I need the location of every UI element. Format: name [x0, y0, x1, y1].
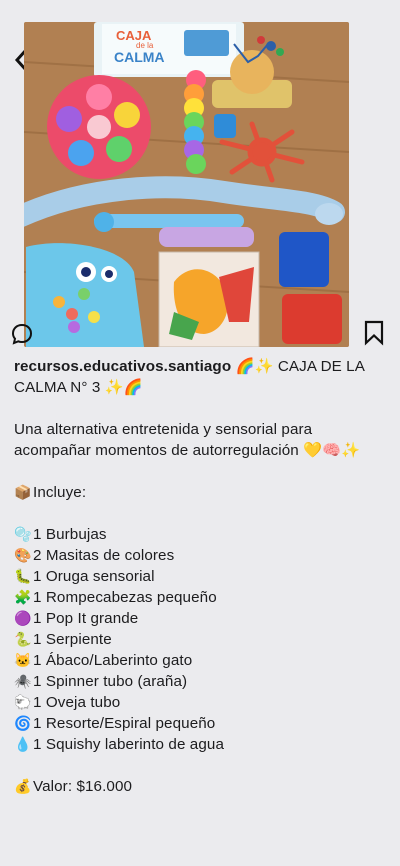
item-emoji-icon: 🎨: [14, 547, 32, 563]
list-item: 🟣1 Pop It grande: [14, 608, 382, 629]
package-icon: 📦: [14, 484, 32, 500]
list-item: 💧1 Squishy laberinto de agua: [14, 734, 382, 755]
list-item: 🐑1 Oveja tubo: [14, 692, 382, 713]
photo-illustration: CAJA de la CALMA: [24, 22, 349, 347]
item-text: 1 Squishy laberinto de agua: [33, 736, 224, 753]
item-text: 1 Pop It grande: [33, 610, 139, 627]
list-item: 🕷️1 Spinner tubo (araña): [14, 671, 382, 692]
post-action-row: [0, 318, 400, 348]
money-bag-icon: 💰: [14, 778, 32, 794]
item-emoji-icon: 🌀: [14, 715, 32, 731]
bookmark-icon[interactable]: [362, 320, 386, 346]
item-text: 1 Oruga sensorial: [33, 568, 155, 585]
caption-title-start: 🌈✨ CAJA DE LA: [231, 358, 365, 375]
list-item: 🧩1 Rompecabezas pequeño: [14, 587, 382, 608]
item-emoji-icon: 🕷️: [14, 673, 32, 689]
list-item: 🌀1 Resorte/Espiral pequeño: [14, 713, 382, 734]
comment-icon[interactable]: [10, 322, 34, 346]
caption-title-line: recursos.educativos.santiago 🌈✨ CAJA DE …: [14, 356, 382, 377]
item-emoji-icon: 🟣: [14, 610, 32, 626]
list-item: 🫧1 Burbujas: [14, 524, 382, 545]
price-text: Valor: $16.000: [33, 778, 133, 795]
item-emoji-icon: 🐑: [14, 694, 32, 710]
list-item: 🐛1 Oruga sensorial: [14, 566, 382, 587]
includes-heading: 📦Incluye:: [14, 482, 382, 503]
caption-description-1: Una alternativa entretenida y sensorial …: [14, 421, 313, 438]
item-emoji-icon: 🐍: [14, 631, 32, 647]
item-text: 1 Rompecabezas pequeño: [33, 589, 217, 606]
price-line: 💰Valor: $16.000: [14, 776, 382, 797]
list-item: 🐱1 Ábaco/Laberinto gato: [14, 650, 382, 671]
item-text: 1 Spinner tubo (araña): [33, 673, 188, 690]
username[interactable]: recursos.educativos.santiago: [14, 358, 231, 375]
list-item: 🐍1 Serpiente: [14, 629, 382, 650]
item-text: 1 Resorte/Espiral pequeño: [33, 715, 216, 732]
item-emoji-icon: 🫧: [14, 526, 32, 542]
item-text: 1 Serpiente: [33, 631, 112, 648]
post-photo: CAJA de la CALMA: [24, 22, 349, 347]
list-item: 🎨2 Masitas de colores: [14, 545, 382, 566]
item-text: 1 Oveja tubo: [33, 694, 121, 711]
item-emoji-icon: 🐛: [14, 568, 32, 584]
item-text: 1 Ábaco/Laberinto gato: [33, 652, 193, 669]
caption-description-2: acompañar momentos de autorregulación 💛🧠…: [14, 442, 361, 459]
item-text: 1 Burbujas: [33, 526, 107, 543]
post-caption: recursos.educativos.santiago 🌈✨ CAJA DE …: [14, 356, 382, 797]
item-emoji-icon: 🐱: [14, 652, 32, 668]
item-emoji-icon: 🧩: [14, 589, 32, 605]
item-text: 2 Masitas de colores: [33, 547, 175, 564]
item-emoji-icon: 💧: [14, 736, 32, 752]
items-list: 🫧1 Burbujas 🎨2 Masitas de colores 🐛1 Oruga…: [14, 524, 382, 755]
box-label-calma: CALMA: [114, 49, 165, 65]
caption-title-line-2: CALMA N° 3 ✨🌈: [14, 379, 143, 396]
includes-label: Incluye:: [33, 484, 87, 501]
